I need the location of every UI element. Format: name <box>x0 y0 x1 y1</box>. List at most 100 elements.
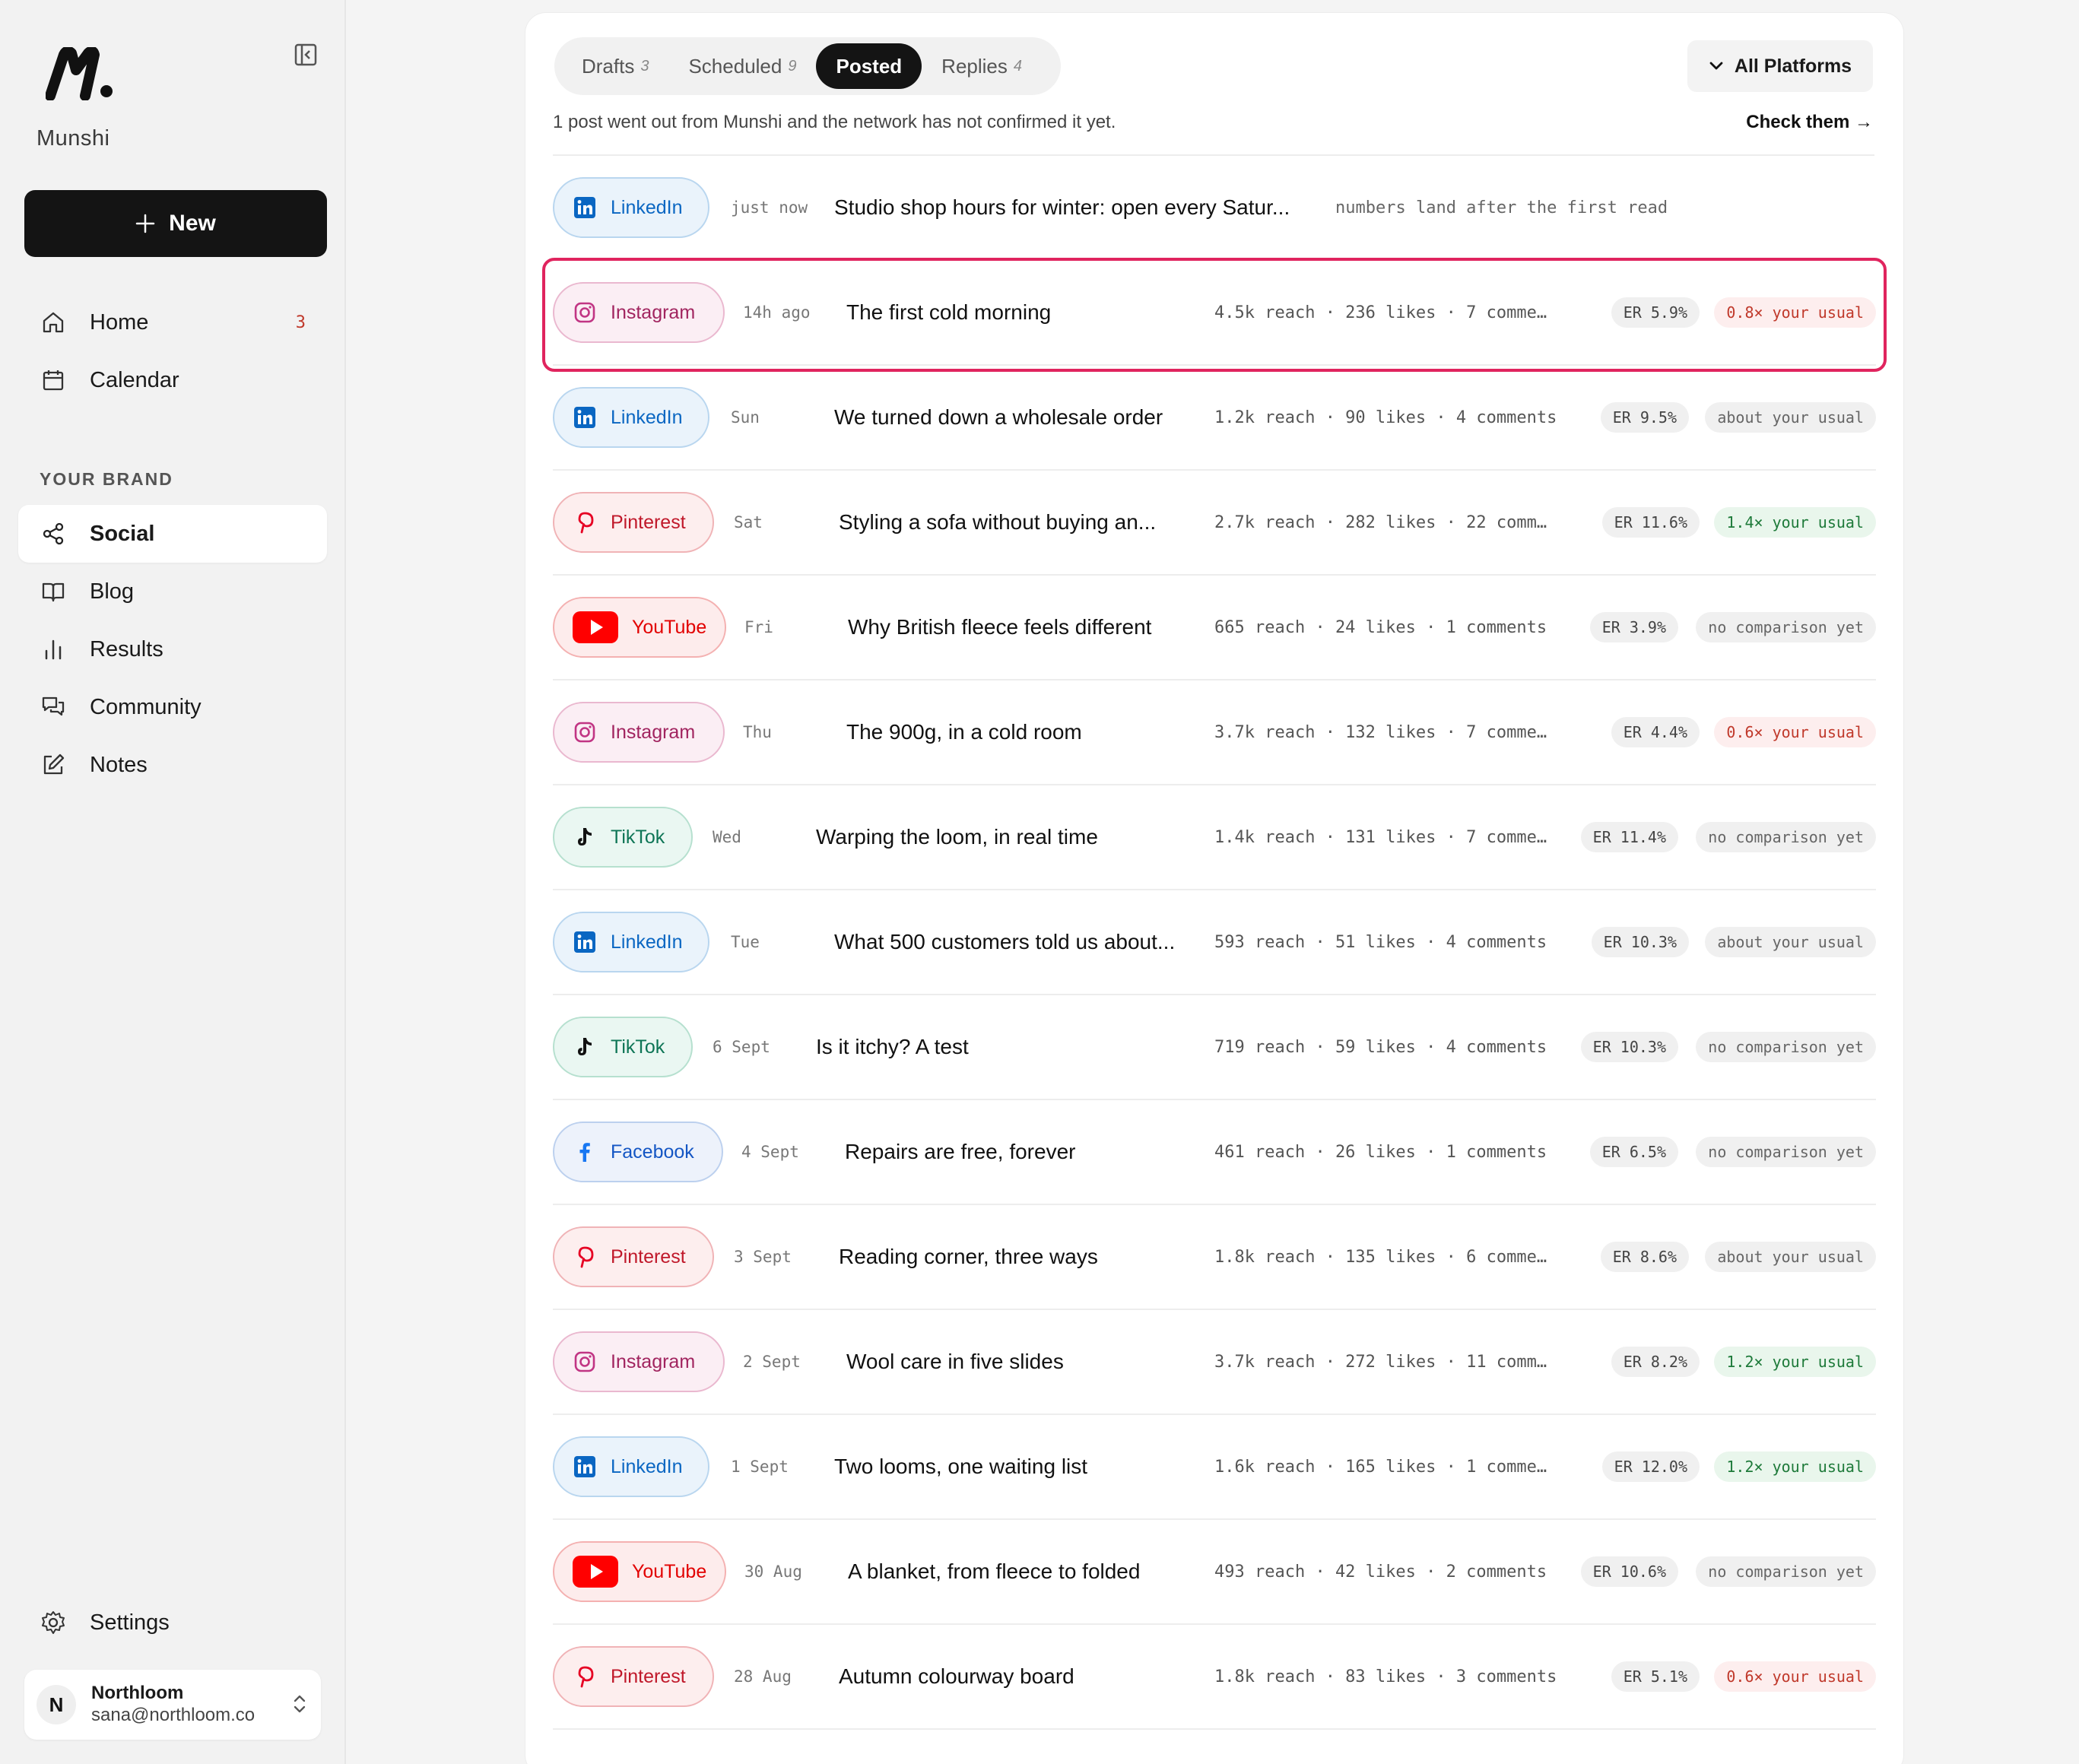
post-time: 4 Sept <box>741 1143 799 1161</box>
linkedin-icon <box>573 1455 597 1479</box>
platform-chip-youtube[interactable]: YouTube <box>553 597 726 658</box>
platform-name: Facebook <box>611 1141 694 1163</box>
instagram-icon <box>573 1350 597 1374</box>
nav-item-notes[interactable]: Notes <box>18 736 327 794</box>
post-row[interactable]: Instagram 2 Sept Wool care in five slides 3… <box>553 1310 1876 1415</box>
new-button-label: New <box>169 211 216 236</box>
platform-name: Instagram <box>611 721 696 743</box>
tab-posted[interactable]: Posted <box>816 43 922 89</box>
platform-chip-linkedin[interactable]: LinkedIn <box>553 912 709 972</box>
engagement-rate-badge: ER 12.0% <box>1601 1451 1700 1482</box>
post-title[interactable]: Studio shop hours for winter: open every… <box>834 195 1321 220</box>
comparison-badge: 1.4× your usual <box>1714 507 1876 538</box>
post-row[interactable]: LinkedIn Tue What 500 customers told us ab… <box>553 890 1876 995</box>
post-row[interactable]: Pinterest 28 Aug Autumn colourway board 1.8… <box>553 1625 1876 1730</box>
collapse-sidebar-button[interactable] <box>290 40 321 70</box>
engagement-rate-badge: ER 11.6% <box>1601 507 1700 538</box>
post-row[interactable]: YouTube Fri Why British fleece feels diffe… <box>553 576 1876 681</box>
platform-chip-instagram[interactable]: Instagram <box>553 702 725 763</box>
post-stats: 1.6k reach · 165 likes · 1 comme… <box>1214 1457 1547 1477</box>
nav-item-results[interactable]: Results <box>18 620 327 678</box>
post-row[interactable]: Facebook 4 Sept Repairs are free, forever 4… <box>553 1100 1876 1205</box>
post-title[interactable]: Why British fleece feels different <box>848 615 1208 639</box>
youtube-icon <box>573 1556 618 1588</box>
platform-chip-pinterest[interactable]: Pinterest <box>553 492 714 553</box>
nav-item-calendar[interactable]: Calendar <box>18 351 327 409</box>
platform-chip-tiktok[interactable]: TikTok <box>553 807 693 868</box>
post-title[interactable]: Repairs are free, forever <box>845 1140 1208 1164</box>
post-row[interactable]: LinkedIn 1 Sept Two looms, one waiting lis… <box>553 1415 1876 1520</box>
account-email: sana@northloom.co <box>91 1705 256 1725</box>
avatar: N <box>37 1685 76 1724</box>
post-row[interactable]: LinkedIn Sun We turned down a wholesale or… <box>553 366 1876 471</box>
post-row[interactable]: Instagram 14h ago The first cold morning 4.… <box>542 258 1887 372</box>
post-title[interactable]: We turned down a wholesale order <box>834 405 1208 430</box>
post-title[interactable]: Is it itchy? A test <box>816 1035 1208 1059</box>
post-stats: 4.5k reach · 236 likes · 7 comme… <box>1214 303 1547 322</box>
post-time: just now <box>731 198 808 217</box>
platform-chip-instagram[interactable]: Instagram <box>553 282 725 343</box>
account-switcher[interactable]: N Northloom sana@northloom.co <box>24 1670 321 1740</box>
nav-item-blog[interactable]: Blog <box>18 563 327 620</box>
post-row[interactable]: TikTok 6 Sept Is it itchy? A test 719 reach… <box>553 995 1876 1100</box>
comparison-badge: 0.6× your usual <box>1714 717 1876 747</box>
platform-filter-label: All Platforms <box>1734 55 1852 77</box>
engagement-rate-badge: ER 6.5% <box>1589 1137 1678 1167</box>
nav-item-home[interactable]: Home 3 <box>18 293 327 351</box>
brand-nav: Social Blog Results Community Notes <box>18 505 327 794</box>
app-name: Munshi <box>37 126 110 151</box>
platform-chip-pinterest[interactable]: Pinterest <box>553 1646 714 1707</box>
platform-name: Pinterest <box>611 1245 686 1267</box>
nav-item-social[interactable]: Social <box>18 505 327 563</box>
nav-label: Calendar <box>90 367 179 392</box>
post-row[interactable]: YouTube 30 Aug A blanket, from fleece to f… <box>553 1520 1876 1625</box>
post-time: Fri <box>744 618 773 636</box>
tab-count: 9 <box>788 57 797 75</box>
settings-nav: Settings <box>18 1594 327 1651</box>
calendar-icon <box>40 366 67 394</box>
platform-chip-tiktok[interactable]: TikTok <box>553 1017 693 1077</box>
nav-label: Social <box>90 521 155 546</box>
platform-chip-linkedin[interactable]: LinkedIn <box>553 1436 709 1497</box>
platform-chip-linkedin[interactable]: LinkedIn <box>553 387 709 448</box>
post-title[interactable]: The first cold morning <box>846 300 1208 325</box>
platform-chip-instagram[interactable]: Instagram <box>553 1331 725 1392</box>
post-row[interactable]: Pinterest Sat Styling a sofa without buyin… <box>553 471 1876 576</box>
post-title[interactable]: What 500 customers told us about... <box>834 930 1208 954</box>
post-title[interactable]: The 900g, in a cold room <box>846 720 1208 744</box>
platform-chip-pinterest[interactable]: Pinterest <box>553 1226 714 1287</box>
comparison-badge: no comparison yet <box>1696 1556 1876 1587</box>
posts-list: LinkedIn just now Studio shop hours for wi… <box>542 156 1887 1730</box>
post-title[interactable]: Styling a sofa without buying an... <box>839 510 1208 535</box>
platform-chip-youtube[interactable]: YouTube <box>553 1541 726 1602</box>
engagement-rate-badge: ER 11.4% <box>1580 822 1678 852</box>
platform-chip-linkedin[interactable]: LinkedIn <box>553 177 709 238</box>
post-row[interactable]: Pinterest 3 Sept Reading corner, three way… <box>553 1205 1876 1310</box>
post-title[interactable]: Autumn colourway board <box>839 1664 1208 1689</box>
post-row[interactable]: Instagram Thu The 900g, in a cold room 3.7k… <box>553 681 1876 785</box>
post-time: Wed <box>713 828 741 846</box>
post-row[interactable]: LinkedIn just now Studio shop hours for wi… <box>553 156 1876 261</box>
nav-item-settings[interactable]: Settings <box>18 1594 327 1651</box>
engagement-rate-badge: ER 4.4% <box>1611 717 1700 747</box>
platform-filter-dropdown[interactable]: All Platforms <box>1687 40 1873 92</box>
new-post-button[interactable]: New <box>24 190 327 257</box>
post-title[interactable]: Wool care in five slides <box>846 1350 1208 1374</box>
tab-drafts[interactable]: Drafts 3 <box>562 43 668 89</box>
platform-name: LinkedIn <box>611 1455 683 1477</box>
tab-replies[interactable]: Replies 4 <box>922 43 1042 89</box>
check-them-link[interactable]: Check them → <box>1746 112 1873 133</box>
tab-scheduled[interactable]: Scheduled 9 <box>668 43 816 89</box>
post-row[interactable]: TikTok Wed Warping the loom, in real time 1… <box>553 785 1876 890</box>
post-title[interactable]: A blanket, from fleece to folded <box>848 1559 1208 1584</box>
post-title[interactable]: Reading corner, three ways <box>839 1245 1208 1269</box>
comparison-badge: no comparison yet <box>1696 1032 1876 1062</box>
post-title[interactable]: Two looms, one waiting list <box>834 1455 1208 1479</box>
nav-item-community[interactable]: Community <box>18 678 327 736</box>
platform-chip-facebook[interactable]: Facebook <box>553 1122 723 1182</box>
youtube-icon <box>573 611 618 643</box>
post-title[interactable]: Warping the loom, in real time <box>816 825 1208 849</box>
post-time: 6 Sept <box>713 1038 770 1056</box>
bar-chart-icon <box>40 636 67 663</box>
post-time: 28 Aug <box>734 1667 792 1686</box>
